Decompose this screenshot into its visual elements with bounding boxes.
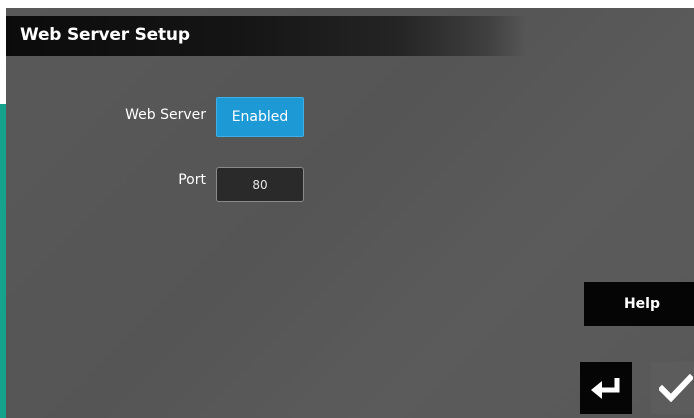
return-arrow-icon: [591, 378, 620, 399]
web-server-setup-screen: Web Server Setup Web Server Enabled Port…: [6, 8, 694, 418]
port-value: 80: [252, 177, 268, 192]
port-input[interactable]: 80: [216, 167, 304, 202]
help-button-label: Help: [623, 296, 661, 312]
back-button[interactable]: [580, 362, 632, 414]
web-server-toggle-value: Enabled: [231, 109, 289, 125]
page-title: Web Server Setup: [20, 25, 190, 45]
web-server-label: Web Server: [125, 107, 206, 123]
web-server-toggle-button[interactable]: Enabled: [216, 97, 304, 137]
confirm-button[interactable]: [651, 362, 694, 414]
port-label: Port: [178, 172, 206, 188]
checkmark-icon: [658, 374, 693, 402]
title-bar: Web Server Setup: [6, 16, 526, 56]
help-button[interactable]: Help: [584, 282, 694, 326]
